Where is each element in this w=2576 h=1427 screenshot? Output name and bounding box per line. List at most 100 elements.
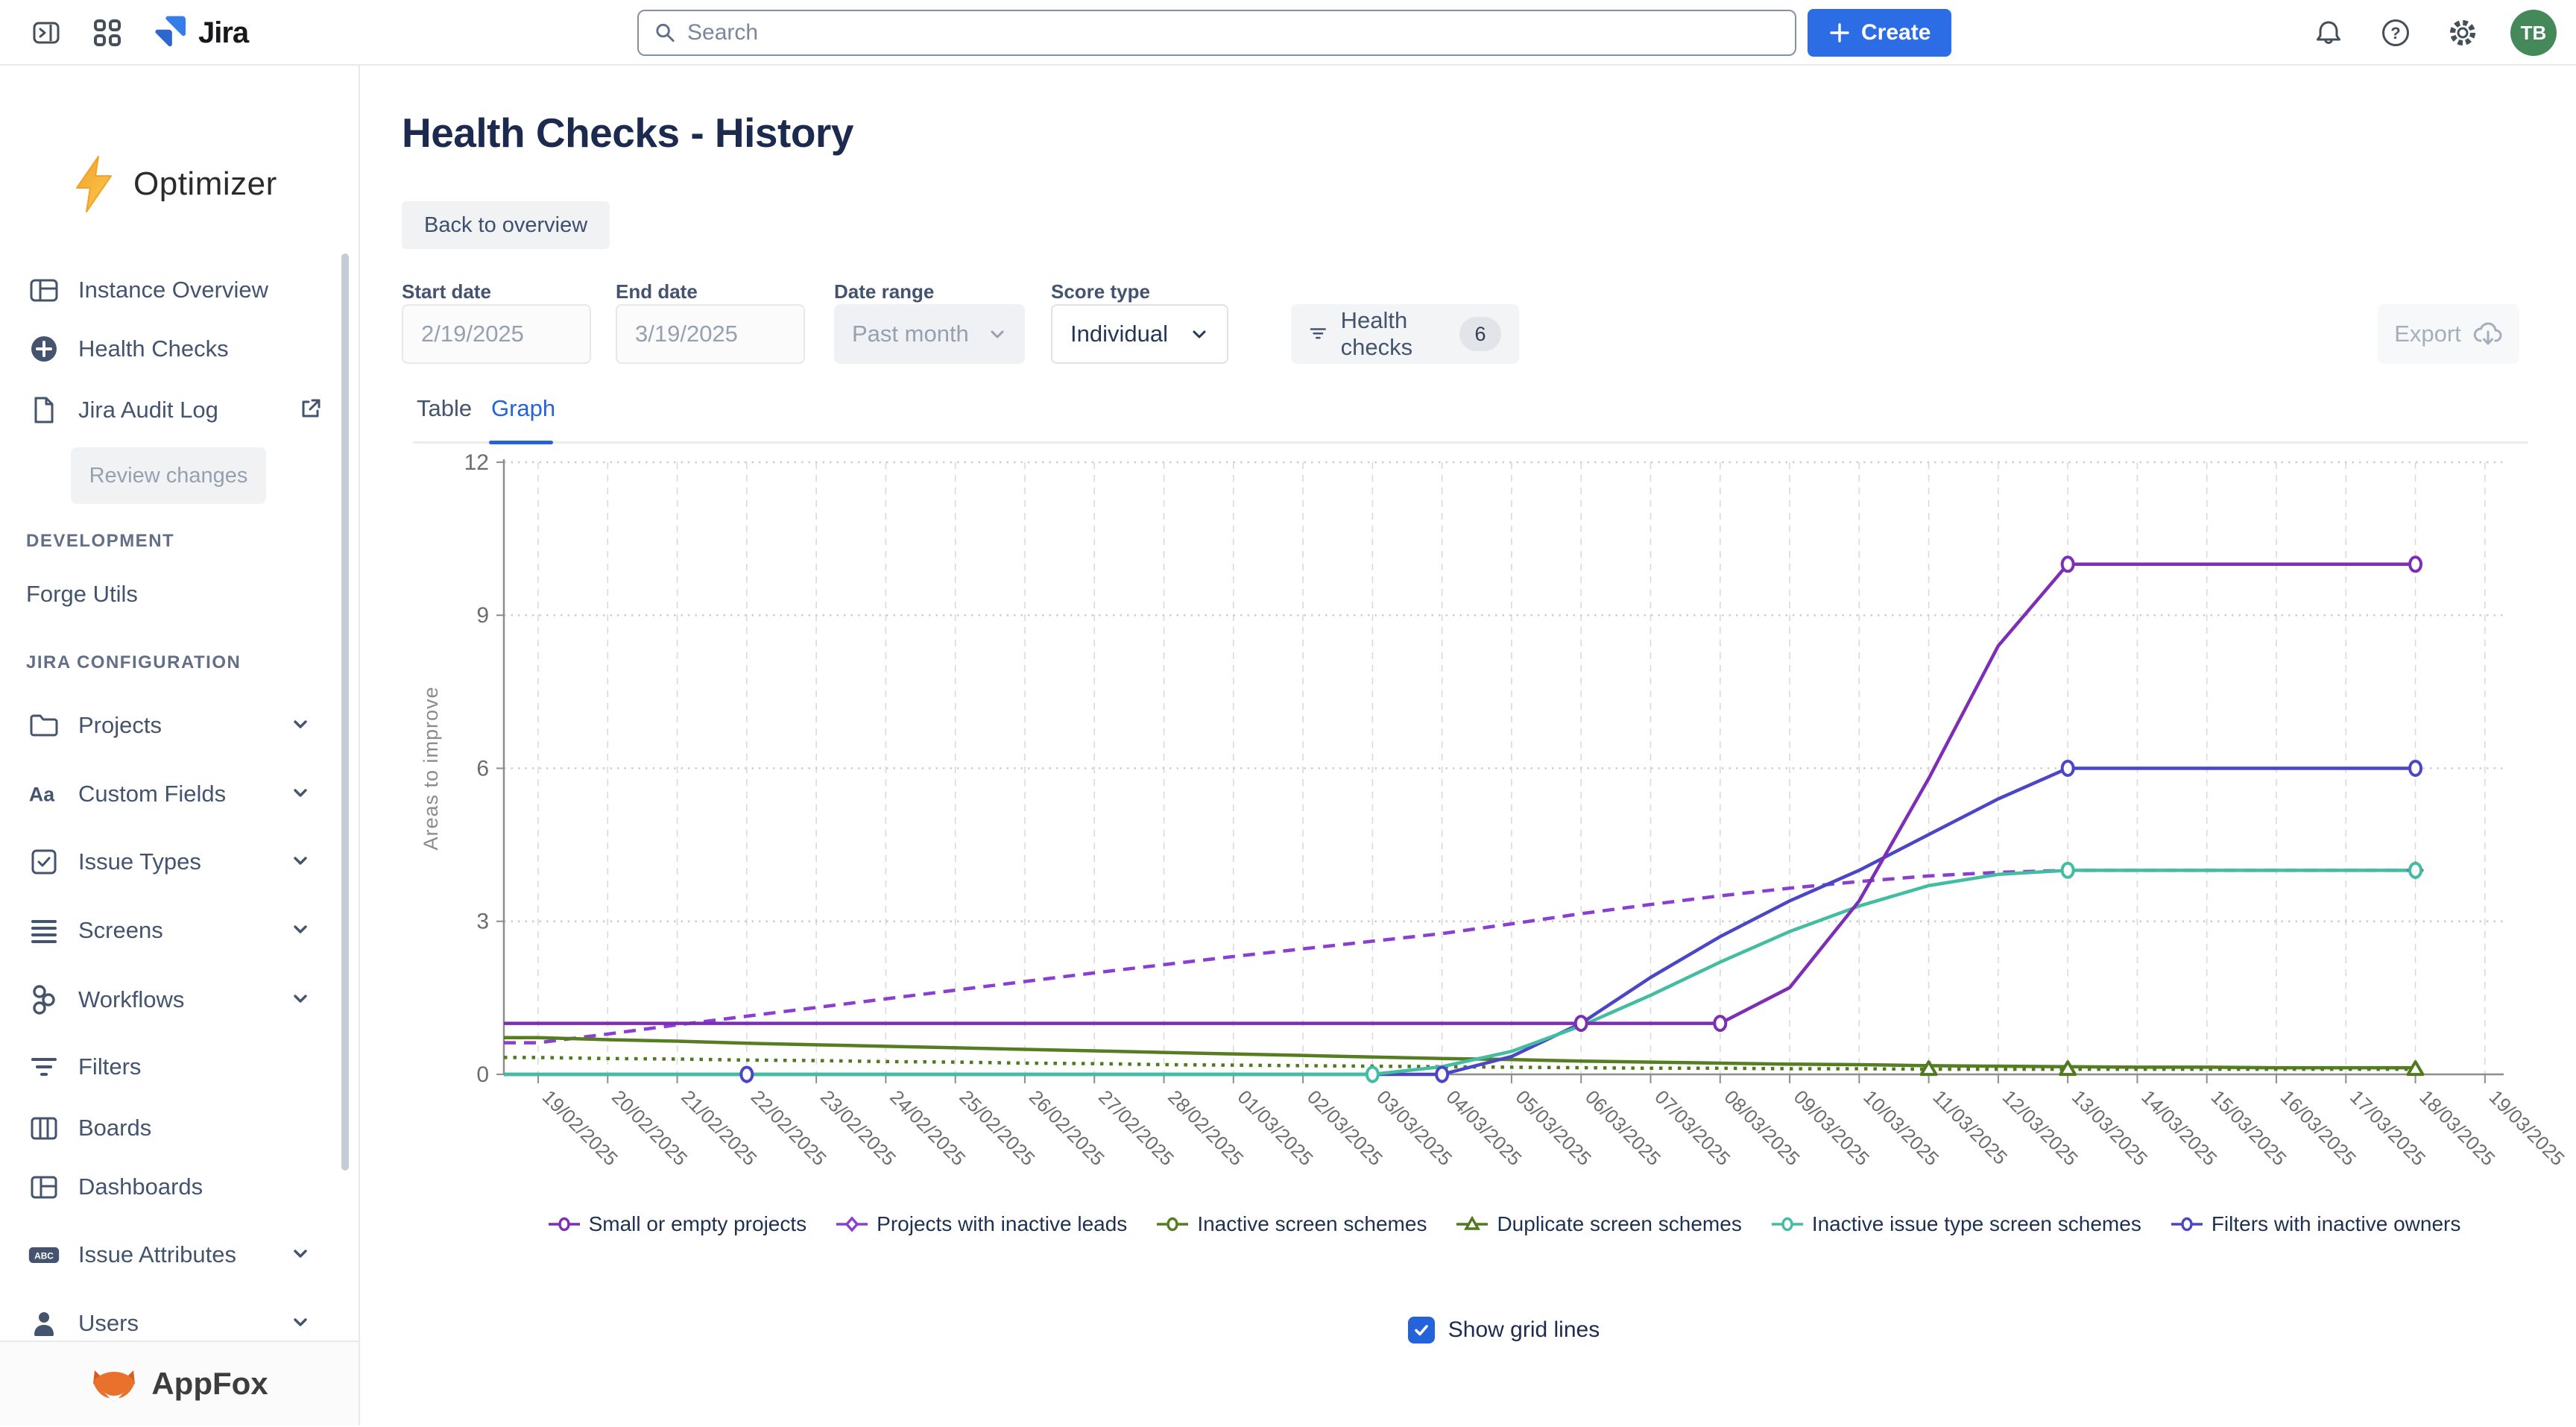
app-name: Optimizer bbox=[133, 166, 277, 203]
sidebar-item-custom-fields[interactable]: Aa Custom Fields bbox=[0, 771, 339, 817]
user-icon bbox=[28, 1307, 60, 1340]
date-range-select[interactable]: Past month bbox=[834, 304, 1025, 364]
back-to-overview-button[interactable]: Back to overview bbox=[402, 201, 610, 249]
jira-logo-text: Jira bbox=[198, 16, 248, 50]
svg-text:Areas to improve: Areas to improve bbox=[420, 686, 442, 850]
sidebar-toggle-button[interactable] bbox=[27, 13, 66, 52]
chevron-down-icon bbox=[289, 713, 312, 739]
search-bar[interactable] bbox=[637, 10, 1796, 56]
health-checks-filter-button[interactable]: Health checks 6 bbox=[1291, 304, 1519, 364]
active-tab-indicator bbox=[489, 441, 553, 444]
app-switcher-icon[interactable] bbox=[88, 13, 127, 52]
folder-icon bbox=[28, 709, 60, 742]
text-fields-icon: Aa bbox=[28, 778, 60, 810]
svg-text:0: 0 bbox=[476, 1062, 489, 1087]
tab-table[interactable]: Table bbox=[417, 395, 472, 422]
start-date-input[interactable]: 2/19/2025 bbox=[402, 304, 591, 364]
sidebar-item-health-checks[interactable]: Health Checks bbox=[0, 326, 339, 372]
chevron-down-icon bbox=[1190, 324, 1209, 344]
chevron-down-icon bbox=[289, 781, 312, 807]
optimizer-logo: Optimizer bbox=[71, 155, 277, 213]
sidebar-item-issue-attributes[interactable]: ABC Issue Attributes bbox=[0, 1232, 339, 1278]
show-grid-lines-label: Show grid lines bbox=[1448, 1317, 1600, 1343]
search-icon bbox=[654, 21, 677, 45]
end-date-input[interactable]: 3/19/2025 bbox=[616, 304, 805, 364]
end-date-label: End date bbox=[616, 280, 698, 303]
sidebar-item-dashboards[interactable]: Dashboards bbox=[0, 1164, 339, 1210]
svg-text:Aa: Aa bbox=[29, 784, 55, 806]
svg-text:3: 3 bbox=[476, 910, 489, 934]
optimizer-sidebar: Optimizer Instance Overview Health Check… bbox=[0, 66, 360, 1426]
appfox-footer: AppFox bbox=[0, 1341, 359, 1426]
dashboard-icon bbox=[28, 1171, 60, 1203]
svg-text:6: 6 bbox=[476, 756, 489, 781]
circle-legend-marker-icon bbox=[2170, 1215, 2204, 1233]
workflow-icon bbox=[28, 983, 60, 1016]
sidebar-item-filters[interactable]: Filters bbox=[0, 1044, 339, 1090]
main-content: Health Checks - History Back to overview… bbox=[360, 66, 2576, 1426]
export-button[interactable]: Export bbox=[2378, 304, 2519, 364]
score-type-select[interactable]: Individual bbox=[1051, 304, 1228, 364]
help-icon[interactable]: ? bbox=[2376, 13, 2415, 52]
external-link-icon bbox=[298, 396, 323, 425]
sidebar-item-forge-utils[interactable]: Forge Utils bbox=[0, 571, 339, 617]
svg-text:?: ? bbox=[2390, 24, 2400, 42]
legend-item[interactable]: Projects with inactive leads bbox=[835, 1212, 1127, 1236]
svg-text:12: 12 bbox=[464, 450, 489, 475]
search-input[interactable] bbox=[687, 20, 1780, 45]
start-date-label: Start date bbox=[402, 280, 491, 303]
section-development: DEVELOPMENT bbox=[26, 531, 174, 552]
sidebar-item-jira-audit-log[interactable]: Jira Audit Log bbox=[0, 387, 339, 433]
jira-logo[interactable]: Jira bbox=[149, 12, 248, 54]
chevron-down-icon bbox=[289, 1242, 312, 1268]
chevron-down-icon bbox=[289, 918, 312, 944]
legend-item[interactable]: Small or empty projects bbox=[547, 1212, 807, 1236]
chevron-down-icon bbox=[289, 987, 312, 1013]
chevron-down-icon bbox=[988, 324, 1007, 344]
notifications-bell-icon[interactable] bbox=[2309, 13, 2348, 52]
legend-label: Small or empty projects bbox=[589, 1212, 807, 1236]
history-chart[interactable]: 19/02/202520/02/202521/02/202522/02/2025… bbox=[360, 447, 2575, 1212]
sidebar-item-projects[interactable]: Projects bbox=[0, 702, 339, 749]
legend-item[interactable]: Inactive screen schemes bbox=[1155, 1212, 1427, 1236]
score-type-label: Score type bbox=[1051, 280, 1150, 303]
legend-label: Duplicate screen schemes bbox=[1497, 1212, 1741, 1236]
create-button[interactable]: Create bbox=[1808, 9, 1951, 57]
plus-circle-icon bbox=[28, 333, 60, 365]
settings-gear-icon[interactable] bbox=[2443, 13, 2482, 52]
sidebar-scrollbar[interactable] bbox=[341, 253, 349, 1171]
sidebar-item-instance-overview[interactable]: Instance Overview bbox=[0, 267, 339, 313]
date-range-label: Date range bbox=[834, 280, 934, 303]
tab-graph[interactable]: Graph bbox=[491, 395, 555, 422]
sidebar-item-workflows[interactable]: Workflows bbox=[0, 977, 339, 1023]
legend-item[interactable]: Inactive issue type screen schemes bbox=[1770, 1212, 2141, 1236]
columns-icon bbox=[28, 1112, 60, 1144]
checkbox-checked-icon[interactable] bbox=[1408, 1317, 1435, 1343]
page-title: Health Checks - History bbox=[402, 109, 853, 157]
tab-divider bbox=[413, 441, 2528, 444]
sidebar-item-issue-types[interactable]: Issue Types bbox=[0, 839, 339, 885]
svg-text:9: 9 bbox=[476, 603, 489, 628]
show-grid-lines-toggle[interactable]: Show grid lines bbox=[1408, 1317, 1600, 1343]
top-bar: Jira Create ? bbox=[0, 0, 2576, 66]
diamond-legend-marker-icon bbox=[835, 1215, 869, 1233]
sidebar-item-boards[interactable]: Boards bbox=[0, 1105, 339, 1151]
lightning-bolt-icon bbox=[71, 155, 117, 213]
review-changes-button[interactable]: Review changes bbox=[71, 447, 266, 504]
cloud-download-icon bbox=[2473, 321, 2503, 347]
health-checks-count-badge: 6 bbox=[1459, 317, 1501, 351]
triangle-legend-marker-icon bbox=[1455, 1215, 1489, 1233]
legend-item[interactable]: Duplicate screen schemes bbox=[1455, 1212, 1741, 1236]
chevron-down-icon bbox=[289, 1311, 312, 1337]
svg-text:ABC: ABC bbox=[34, 1251, 54, 1261]
sidebar-item-users[interactable]: Users bbox=[0, 1300, 339, 1346]
user-avatar[interactable]: TB bbox=[2510, 10, 2557, 56]
document-icon bbox=[28, 394, 60, 426]
sidebar-item-screens[interactable]: Screens bbox=[0, 907, 339, 954]
legend-label: Projects with inactive leads bbox=[877, 1212, 1127, 1236]
circle-legend-marker-icon bbox=[1770, 1215, 1805, 1233]
panel-layout-icon bbox=[28, 274, 60, 306]
checkbox-icon bbox=[28, 845, 60, 878]
legend-label: Filters with inactive owners bbox=[2212, 1212, 2461, 1236]
legend-item[interactable]: Filters with inactive owners bbox=[2170, 1212, 2461, 1236]
